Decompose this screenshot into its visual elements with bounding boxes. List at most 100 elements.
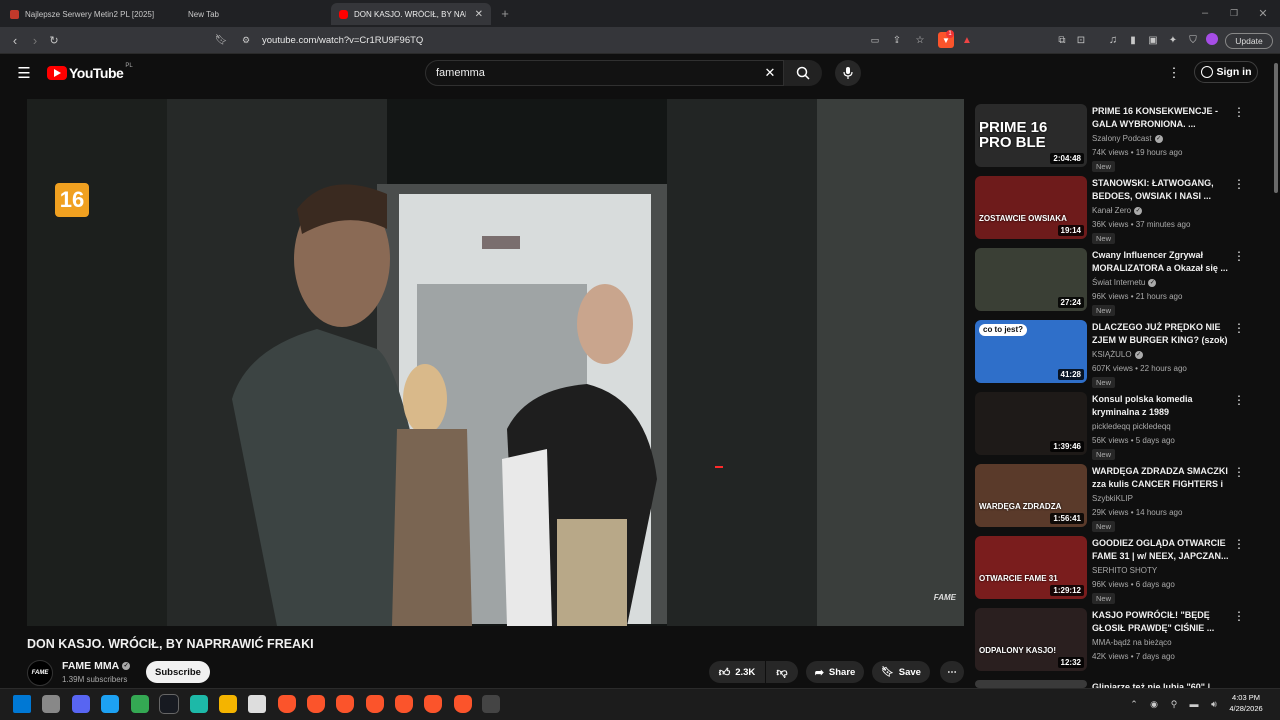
recommendation-thumbnail[interactable] [975,680,1087,688]
recommendation-thumbnail[interactable]: OTWARCIE FAME 31 1:29:12 [975,536,1087,599]
back-arrow-icon[interactable]: ‹ [8,33,22,48]
recommendation-thumbnail[interactable]: PRIME 16 PRO BLE 2:04:48 [975,104,1087,167]
sign-in-button[interactable]: Sign in [1194,61,1258,83]
settings-menu-dots-icon[interactable]: ⋮ [1167,64,1181,82]
steam-icon[interactable] [159,694,179,714]
app-icon[interactable] [101,695,119,713]
recommendation-menu-icon[interactable]: ⋮ [1233,538,1245,550]
star-bookmark-icon[interactable]: ☆ [913,33,927,47]
search-button[interactable] [784,60,822,86]
recommendation-thumbnail[interactable]: ODPALONY KASJO! 12:32 [975,608,1087,671]
app-icon[interactable] [190,695,208,713]
share-page-icon[interactable]: ⇪ [890,33,904,47]
clear-search-icon[interactable]: ✕ [762,65,778,81]
brave-icon[interactable] [307,695,325,713]
scrollbar-thumb[interactable] [1274,63,1278,193]
recommendation-menu-icon[interactable]: ⋮ [1233,394,1245,406]
recommendation-channel[interactable]: SzybkiKLIP [1092,494,1133,503]
tray-volume-icon[interactable]: 🔊︎ [1208,698,1220,710]
brave-icon[interactable] [395,695,413,713]
update-button[interactable]: Update [1225,33,1273,49]
window-close-icon[interactable]: ✕ [1256,6,1270,20]
reload-icon[interactable]: ↻ [47,33,61,47]
recommendation-thumbnail[interactable]: 27:24 [975,248,1087,311]
tab-new-tab[interactable]: New Tab [165,3,325,25]
recommendation-channel[interactable]: SERHITO SHOTY [1092,566,1157,575]
brave-icon[interactable] [424,695,442,713]
recommendation-channel[interactable]: MMA-bądź na bieżąco [1092,638,1172,647]
save-button[interactable]: 🔖︎ Save [872,661,930,683]
wallet-icon[interactable]: ▣ [1146,33,1160,47]
search-input[interactable]: famemma [425,60,784,86]
recommendation-menu-icon[interactable]: ⋮ [1233,106,1245,118]
maximize-icon[interactable]: ❐ [1227,6,1241,20]
recommendation-channel[interactable]: pickledeqq pickledeqq [1092,422,1171,431]
recommendation-menu-icon[interactable]: ⋮ [1233,466,1245,478]
recommendation-menu-icon[interactable]: ⋮ [1233,178,1245,190]
media-icon[interactable]: ♫ [1106,33,1120,47]
minimize-icon[interactable]: – [1198,6,1212,20]
tray-location-icon[interactable]: ⚲ [1168,698,1180,710]
vpn-shield-icon[interactable]: ⛉ [1186,33,1200,47]
tray-network-icon[interactable]: ◉ [1148,698,1160,710]
recommendation-channel[interactable]: Kanał Zero ✓ [1092,206,1143,215]
recommendation-title[interactable]: KASJO POWRÓCIŁ! "BĘDĘ GŁOSIŁ PRAWDĘ" CIŚ… [1092,609,1232,634]
tray-storage-icon[interactable]: ▬ [1188,698,1200,710]
recommendation-menu-icon[interactable]: ⋮ [1233,610,1245,622]
chrome-icon[interactable] [131,695,149,713]
page-scrollbar[interactable] [1272,55,1280,688]
cast-icon[interactable]: ▭ [868,33,882,47]
start-windows-icon[interactable] [13,695,31,713]
sidebar-icon[interactable]: ▮ [1126,33,1140,47]
brave-icon[interactable] [366,695,384,713]
tab-close-icon[interactable]: ✕ [475,9,483,20]
more-actions-button[interactable]: ⋯ [940,661,964,683]
recommendation-menu-icon[interactable]: ⋮ [1233,250,1245,262]
tray-chevron-up-icon[interactable]: ⌃ [1128,698,1140,710]
forward-arrow-icon[interactable]: › [28,33,42,48]
subscribe-button[interactable]: Subscribe [146,661,210,683]
recommendation-channel[interactable]: Szalony Podcast ✓ [1092,134,1163,143]
youtube-logo[interactable]: YouTube PL [47,63,133,81]
recommendation-title[interactable]: STANOWSKI: ŁATWOGANG, BEDOES, OWSIAK I N… [1092,177,1232,202]
tab-youtube-video[interactable]: DON KASJO. WRÓCIŁ, BY NAPR ✕ [331,3,491,25]
tab-metin2[interactable]: Najlepsze Serwery Metin2 PL [2025] [2,3,162,25]
brave-icon[interactable] [278,695,296,713]
dislike-button[interactable]: 👎︎ [766,661,798,683]
recommendation-thumbnail[interactable]: WARDĘGA ZDRADZA 1:56:41 [975,464,1087,527]
channel-name[interactable]: FAME MMA ✓ [62,660,131,672]
recommendation-channel[interactable]: KSIĄŻULO ✓ [1092,350,1143,359]
bookmark-icon[interactable]: 🔖︎ [214,33,228,47]
like-button[interactable]: 👍︎ 2.3K [709,661,765,683]
recommendation-title[interactable]: PRIME 16 KONSEKWENCJE - GALA WYBRONIONA.… [1092,105,1232,130]
recommendation-menu-icon[interactable]: ⋮ [1233,322,1245,334]
leo-ai-icon[interactable]: ✦ [1166,33,1180,47]
brave-rewards-icon[interactable]: ▲ [960,32,974,48]
file-explorer-icon[interactable] [219,695,237,713]
terminal-icon[interactable] [482,695,500,713]
clock-date[interactable]: 4/28/2026 [1226,704,1266,713]
recommendation-title[interactable]: GOODIEZ OGLĄDA OTWARCIE FAME 31 | w/ NEE… [1092,537,1232,562]
share-button[interactable]: ➦ Share [806,661,864,683]
recommendation-title[interactable]: WARDĘGA ZDRADZA SMACZKI zza kulis CANCER… [1092,465,1232,490]
recommendation-title[interactable]: Konsul polska komedia kryminalna z 1989 [1092,393,1232,418]
hamburger-menu-icon[interactable]: ☰ [15,64,33,82]
extensions-icon[interactable]: ⧉ [1055,33,1069,47]
brave-icon[interactable] [336,695,354,713]
channel-avatar[interactable]: FAME [27,660,53,686]
recommendation-channel[interactable]: Świat Internetu ✓ [1092,278,1157,287]
screenshot-icon[interactable]: ⊡ [1074,33,1088,47]
profile-icon[interactable] [1206,33,1218,45]
recommendation-title[interactable]: Cwany Influencer Zgrywał MORALIZATORA a … [1092,249,1232,274]
taskbar-app-icon[interactable] [42,695,60,713]
address-bar-url[interactable]: youtube.com/watch?v=Cr1RU9F96TQ [262,35,423,46]
site-settings-icon[interactable]: ⚙ [240,34,252,46]
discord-icon[interactable] [72,695,90,713]
recommendation-title[interactable]: DLACZEGO JUŻ PRĘDKO NIE ZJEM W BURGER KI… [1092,321,1232,346]
voice-search-button[interactable] [835,60,861,86]
recommendation-thumbnail[interactable]: co to jest? 41:28 [975,320,1087,383]
recommendation-thumbnail[interactable]: ZOSTAWCIE OWSIAKA 19:14 [975,176,1087,239]
clock-time[interactable]: 4:03 PM [1226,693,1266,702]
new-tab-plus-icon[interactable]: + [498,6,512,21]
video-player[interactable]: 16 FAME [27,99,964,626]
